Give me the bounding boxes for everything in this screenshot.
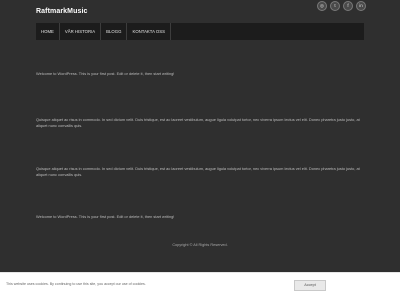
cookie-banner: This website uses cookies. By continuing… [0, 272, 400, 300]
site-header: RaftmarkMusic ◎ t f in [0, 0, 400, 20]
cookie-notice-text: This website uses cookies. By continuing… [6, 282, 146, 286]
nav-item-home[interactable]: HOME [36, 23, 60, 40]
site-title[interactable]: RaftmarkMusic [36, 8, 87, 15]
post-excerpt: Welcome to WordPress. This is your first… [36, 214, 175, 219]
post-excerpt: Quisque aliquet ac risus in commodo. In … [36, 166, 360, 177]
social-links: ◎ t f in [317, 1, 366, 11]
footer-copyright: Copyright © All Rights Reserved. [172, 243, 228, 247]
accept-cookies-button[interactable]: Accept [294, 280, 326, 291]
facebook-icon[interactable]: f [343, 1, 353, 11]
nav-item-var-historia[interactable]: VÅR HISTORIA [60, 23, 102, 40]
camera-icon[interactable]: ◎ [317, 1, 327, 11]
cookie-divider [0, 272, 400, 273]
post-excerpt: Welcome to WordPress. This is your first… [36, 71, 175, 76]
twitter-icon[interactable]: t [330, 1, 340, 11]
post-excerpt: Quisque aliquet ac risus in commodo. In … [36, 117, 360, 128]
linkedin-icon[interactable]: in [356, 1, 366, 11]
main-navigation: HOME VÅR HISTORIA BLOGG KONTAKTA OSS [36, 23, 364, 40]
nav-item-blogg[interactable]: BLOGG [101, 23, 128, 40]
nav-item-kontakta-oss[interactable]: KONTAKTA OSS [127, 23, 172, 40]
